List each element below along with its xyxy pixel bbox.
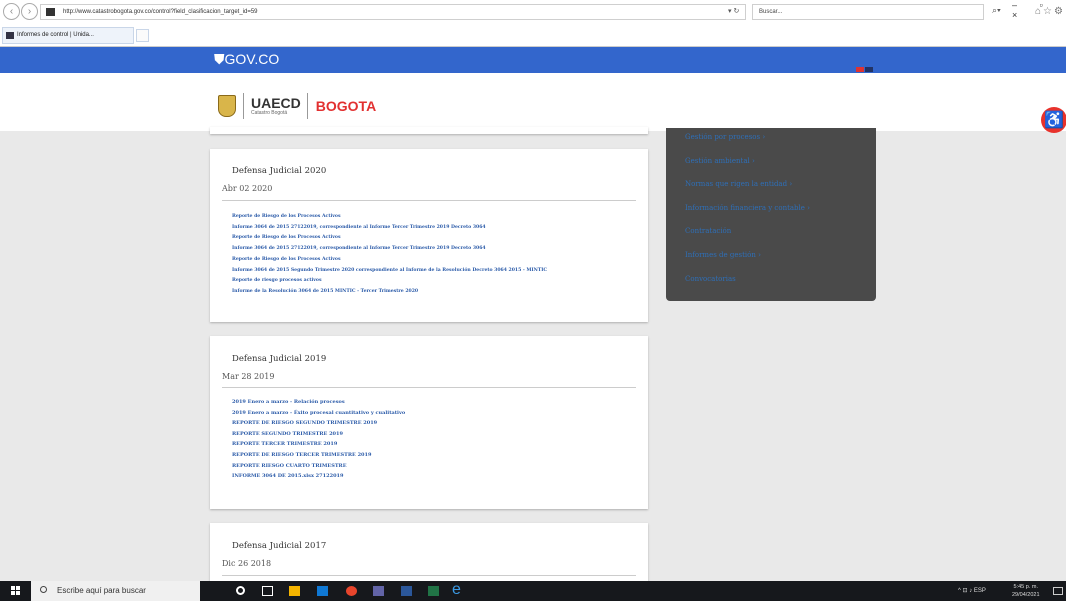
document-link[interactable]: Informe de la Resolución 3064 de 2015 MI… (232, 287, 547, 298)
windows-start-icon[interactable] (11, 586, 21, 596)
gov-seal-icon: ⛊ (214, 51, 225, 67)
card-title: Defensa Judicial 2020 (232, 166, 327, 176)
taskbar-search-input[interactable]: Escribe aquí para buscar (31, 581, 200, 601)
document-link[interactable]: REPORTE TERCER TRIMESTRE 2019 (232, 439, 405, 450)
spanish-flag-icon[interactable] (856, 67, 864, 72)
document-link[interactable]: Reporte de Riesgo de los Procesos Activo… (232, 212, 547, 223)
english-flag-icon[interactable] (865, 67, 873, 72)
windows-taskbar: Escribe aquí para buscar e ^ ⊡ ♪ ESP 5:4… (0, 581, 1066, 601)
file-explorer-icon[interactable] (289, 586, 300, 596)
side-menu-item[interactable]: Información financiera y contable › (685, 204, 810, 212)
browser-toolbar-icons[interactable]: ⌂☆⚙ (1035, 6, 1065, 17)
cortana-icon[interactable] (236, 586, 245, 595)
card-date: Abr 02 2020 (222, 184, 273, 193)
side-menu-item[interactable]: Contratación (685, 227, 731, 235)
gov-logo-text: GOV.CO (224, 51, 280, 67)
tab-favicon-icon (6, 32, 14, 39)
document-link[interactable]: 2019 Enero a marzo - Éxito procesal cuan… (232, 408, 405, 419)
side-menu-item[interactable]: Gestión ambiental › (685, 157, 755, 165)
side-menu: Gestión por procesos › Gestión ambiental… (666, 128, 876, 301)
document-link[interactable]: REPORTE SEGUNDO TRIMESTRE 2019 (232, 429, 405, 440)
taskbar-clock[interactable]: 5:45 p. m. 29/04/2021 (1012, 583, 1040, 599)
site-favicon-icon (46, 8, 55, 16)
accessibility-icon[interactable]: ♿ (1041, 107, 1066, 133)
internet-explorer-icon[interactable]: e (452, 581, 468, 601)
gov-bar: ⛊GOV.CO (0, 47, 1066, 73)
card-defensa-2017: Defensa Judicial 2017 Dic 26 2018 (210, 523, 648, 581)
tab-label: Informes de control | Unida... (17, 32, 94, 38)
document-link[interactable]: 2019 Enero a marzo - Relación procesos (232, 397, 405, 408)
site-header (0, 73, 1066, 131)
document-link[interactable]: Reporte de riesgo procesos activos (232, 276, 547, 287)
browser-search-input[interactable]: Buscar... (752, 4, 984, 20)
outlook-icon[interactable] (317, 586, 328, 596)
clock-time: 5:45 p. m. (1013, 584, 1038, 590)
side-menu-item[interactable]: Gestión por procesos › (685, 133, 765, 141)
card-title: Defensa Judicial 2019 (232, 354, 327, 364)
document-link[interactable]: Reporte de Riesgo de los Procesos Activo… (232, 233, 547, 244)
teams-icon[interactable] (373, 586, 384, 596)
address-url: http://www.catastrobogota.gov.co/control… (63, 9, 258, 15)
document-link[interactable]: REPORTE RIESGO CUARTO TRIMESTRE (232, 461, 405, 472)
chrome-icon[interactable] (346, 586, 357, 596)
side-menu-item[interactable]: Convocatorias (685, 275, 736, 283)
card-links: 2019 Enero a marzo - Relación procesos 2… (232, 397, 405, 482)
search-dropdown-icon[interactable]: ⌕▾ (992, 5, 1001, 16)
document-link[interactable]: REPORTE DE RIESGO SEGUNDO TRIMESTRE 2019 (232, 418, 405, 429)
excel-icon[interactable] (428, 586, 439, 596)
card-date: Dic 26 2018 (222, 559, 272, 568)
new-tab-button[interactable] (136, 29, 149, 42)
document-link[interactable]: Informe 3064 de 2015 Segundo Trimestre 2… (232, 266, 547, 277)
document-link[interactable]: Informe 3064 de 2015 27122019, correspon… (232, 244, 547, 255)
card-defensa-2020: Defensa Judicial 2020 Abr 02 2020 Report… (210, 149, 648, 322)
network-icon[interactable]: ⊡ (963, 588, 968, 594)
card-date: Mar 28 2019 (222, 372, 275, 381)
logo-divider (243, 93, 244, 119)
browser-tab[interactable]: Informes de control | Unida... (2, 27, 134, 44)
notification-icon[interactable] (1053, 587, 1063, 595)
side-menu-item[interactable]: Normas que rigen la entidad › (685, 180, 792, 188)
card-divider (222, 575, 636, 576)
browser-chrome: ‹ › http://www.catastrobogota.gov.co/con… (0, 0, 1066, 47)
card-divider (222, 200, 636, 201)
taskbar-search-placeholder: Escribe aquí para buscar (57, 586, 146, 595)
language-indicator[interactable]: ESP (974, 588, 986, 594)
back-icon[interactable]: ‹ (3, 3, 20, 20)
search-icon (40, 586, 47, 593)
side-menu-item[interactable]: Informes de gestión › (685, 251, 761, 259)
document-link[interactable]: Reporte de Riesgo de los Procesos Activo… (232, 255, 547, 266)
bogota-shield-icon (218, 95, 236, 117)
card-defensa-2019: Defensa Judicial 2019 Mar 28 2019 2019 E… (210, 336, 648, 509)
clock-date: 29/04/2021 (1012, 592, 1040, 598)
logo-uaecd: UAECD (251, 95, 301, 111)
card-divider (222, 387, 636, 388)
address-bar[interactable]: http://www.catastrobogota.gov.co/control… (40, 4, 746, 20)
logo-bogota: BOGOTA (315, 98, 377, 114)
previous-card (210, 127, 648, 134)
card-links: Reporte de Riesgo de los Procesos Activo… (232, 212, 547, 298)
document-link[interactable]: REPORTE DE RIESGO TERCER TRIMESTRE 2019 (232, 450, 405, 461)
gov-logo[interactable]: ⛊GOV.CO (214, 51, 279, 68)
forward-icon[interactable]: › (21, 3, 38, 20)
refresh-icon[interactable]: ▾ ↻ (728, 4, 739, 20)
logo-divider (306, 93, 308, 119)
card-title: Defensa Judicial 2017 (232, 541, 327, 551)
system-tray[interactable]: ^ ⊡ ♪ ESP (958, 581, 986, 601)
task-view-icon[interactable] (262, 586, 273, 596)
document-link[interactable]: INFORME 3064 DE 2015.xlsx 27122019 (232, 471, 405, 482)
volume-icon[interactable]: ♪ (969, 588, 972, 594)
word-icon[interactable] (401, 586, 412, 596)
site-logo[interactable]: UAECD Catastro Bogotá BOGOTA (218, 90, 376, 122)
tray-overflow-icon[interactable]: ^ (958, 588, 961, 594)
document-link[interactable]: Informe 3064 de 2015 27122019, correspon… (232, 223, 547, 234)
